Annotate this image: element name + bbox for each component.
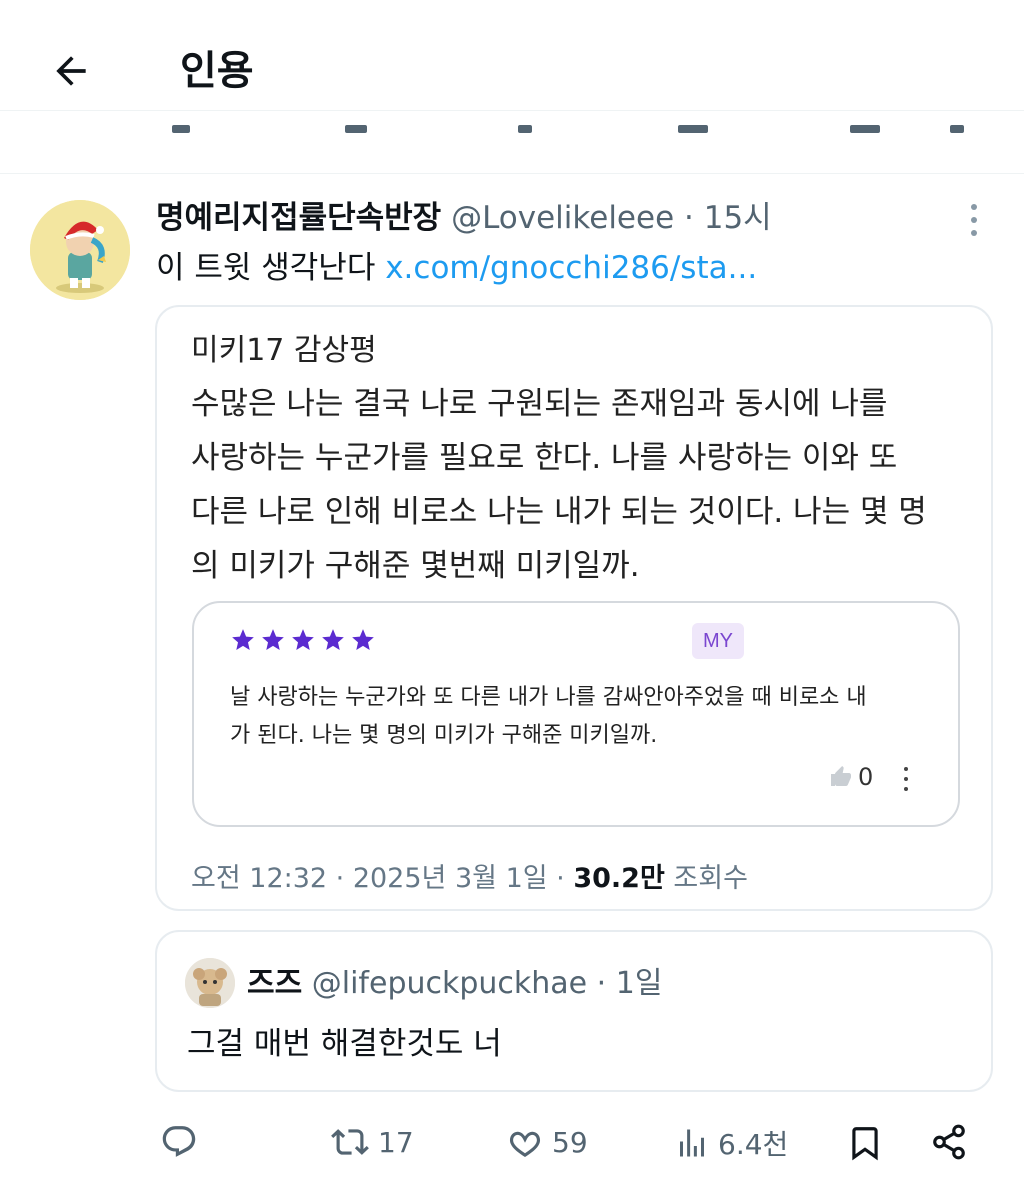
dot (904, 767, 908, 771)
quoted-author-name: 즈즈 (247, 966, 303, 1001)
retweet-icon (331, 1129, 369, 1155)
bookmark-icon (850, 125, 880, 133)
review-like: 0 (828, 763, 873, 791)
retweet-icon (345, 125, 367, 133)
heart-icon (509, 1131, 541, 1158)
bar-chart-icon (680, 1129, 704, 1157)
views-icon (678, 125, 708, 133)
more-options-button[interactable] (958, 200, 990, 240)
avatar-illustration (30, 200, 130, 300)
my-badge: MY (692, 623, 744, 659)
review-card-line: 날 사랑하는 누군가와 또 다른 내가 나를 감싸안아주었을 때 비로소 내 (230, 685, 867, 710)
bookmark-button[interactable] (846, 1123, 884, 1163)
more-dots-icon (971, 204, 977, 210)
quoted-avatar (185, 958, 235, 1008)
review-line: 의 미키가 구해준 몇번째 미키일까. (191, 548, 640, 584)
action-bar: 17 59 6.4천 (0, 1115, 1024, 1175)
previous-post-action-bar (0, 110, 1024, 174)
review-card-text: 날 사랑하는 누군가와 또 다른 내가 나를 감싸안아주었을 때 비로소 내 가… (230, 679, 940, 755)
star-icon (292, 629, 314, 650)
tweet-body: 이 트윗 생각난다 (156, 250, 386, 286)
review-line: 다른 나로 인해 비로소 나는 내가 되는 것이다. 나는 몇 명 (191, 494, 927, 530)
star-icon (352, 629, 374, 650)
review-more-icon (904, 767, 908, 791)
view-label: 조회수 (664, 863, 748, 894)
review-body: 수많은 나는 결국 나로 구원되는 존재임과 동시에 나를 사랑하는 누군가를 … (191, 377, 981, 593)
view-count-action: 6.4천 (718, 1128, 789, 1161)
more-dot (971, 217, 977, 223)
reply-icon (162, 1126, 196, 1157)
like-button[interactable]: 59 (506, 1123, 588, 1161)
share-button[interactable] (930, 1123, 968, 1161)
like-count: 59 (552, 1125, 588, 1159)
reply-icon (172, 125, 190, 133)
quoted-text: 그걸 매번 해결한것도 너 (187, 1026, 502, 1062)
review-card: MY 날 사랑하는 누군가와 또 다른 내가 나를 감싸안아주었을 때 비로소 … (192, 601, 960, 827)
quoted-time: 1일 (615, 966, 663, 1001)
media-card[interactable]: 미키17 감상평 수많은 나는 결국 나로 구원되는 존재임과 동시에 나를 사… (155, 305, 993, 911)
retweet-count: 17 (378, 1125, 414, 1159)
thumbs-up-icon (831, 766, 851, 786)
quoted-avatar-illustration (185, 958, 235, 1008)
like-icon (518, 125, 532, 133)
card-meta: 오전 12:32 · 2025년 3월 1일 · 30.2만 조회수 (191, 863, 748, 894)
review-card-line: 가 된다. 나는 몇 명의 미키가 구해준 미키일까. (230, 723, 658, 748)
page-title: 인용 (180, 48, 254, 94)
dot (904, 777, 908, 781)
separator-dot: · (587, 966, 616, 1001)
reply-button[interactable] (160, 1123, 198, 1161)
view-count: 30.2만 (573, 863, 665, 894)
author-handle[interactable]: @Lovelikeleee (451, 200, 674, 236)
star-icon (322, 629, 344, 650)
back-button[interactable] (44, 44, 98, 98)
post-date: 2025년 3월 1일 (352, 863, 548, 894)
retweet-button[interactable]: 17 (330, 1123, 414, 1161)
arrow-left-icon (56, 56, 86, 86)
avatar[interactable] (30, 200, 130, 300)
bookmark-icon (852, 1127, 878, 1161)
quoted-tweet[interactable]: 즈즈 @lifepuckpuckhae · 1일 그걸 매번 해결한것도 너 (155, 930, 993, 1092)
review-title: 미키17 감상평 (191, 333, 377, 368)
quoted-handle: @lifepuckpuckhae (311, 966, 588, 1001)
tweet-time[interactable]: 15시 (704, 200, 772, 236)
tweet-link[interactable]: x.com/gnocchi286/sta... (385, 250, 757, 286)
dot (904, 787, 908, 791)
star-rating (230, 627, 376, 653)
separator-dot: · (674, 200, 704, 236)
tweet-header: 명예리지접률단속반장 @Lovelikeleee · 15시 (156, 196, 772, 240)
tweet-text: 이 트윗 생각난다 x.com/gnocchi286/sta... (156, 246, 757, 290)
review-like-count: 0 (858, 763, 874, 791)
review-line: 사랑하는 누군가를 필요로 한다. 나를 사랑하는 이와 또 (191, 440, 898, 476)
share-icon (933, 1124, 965, 1160)
more-dot (971, 230, 977, 236)
share-icon (950, 125, 964, 133)
star-icon (262, 629, 284, 650)
author-name[interactable]: 명예리지접률단속반장 (156, 200, 441, 236)
post-time: 오전 12:32 (191, 863, 328, 894)
review-line: 수많은 나는 결국 나로 구원되는 존재임과 동시에 나를 (191, 386, 888, 422)
star-icon (232, 629, 254, 650)
quoted-header: 즈즈 @lifepuckpuckhae · 1일 (247, 962, 662, 1006)
views-button[interactable]: 6.4천 (674, 1123, 788, 1163)
